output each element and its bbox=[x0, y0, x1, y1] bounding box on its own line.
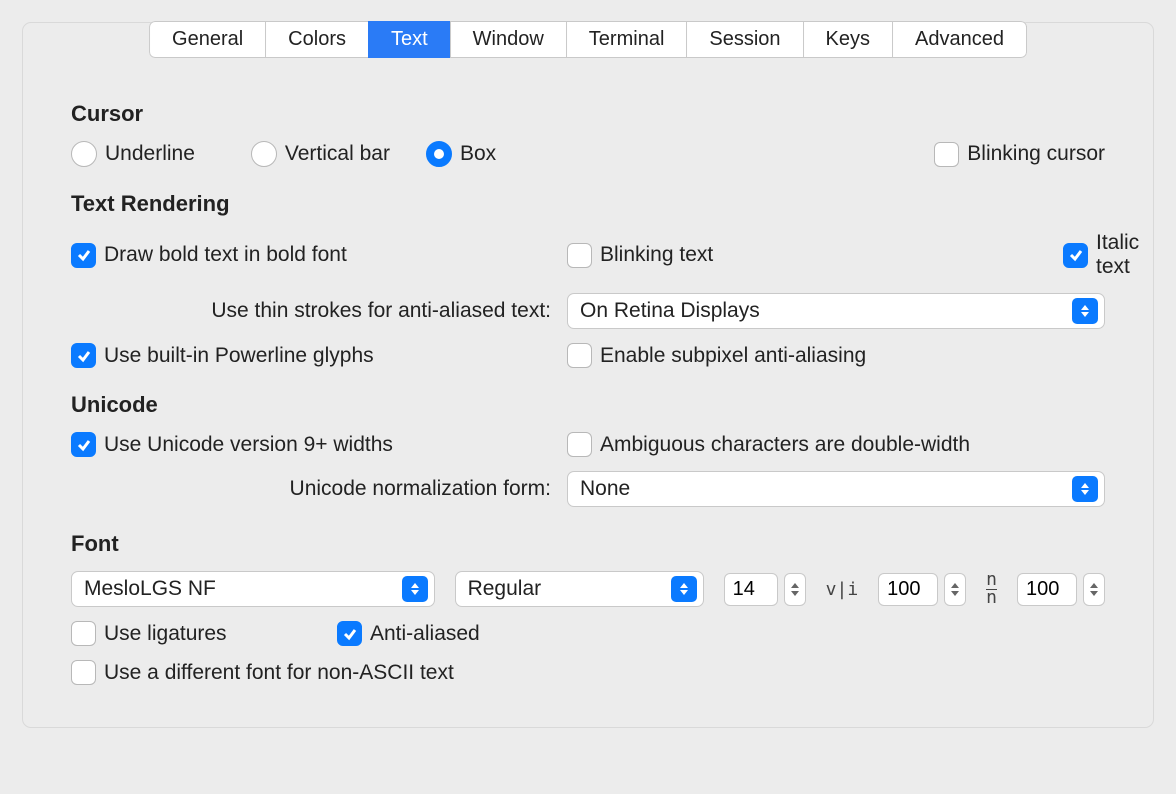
label-thin-strokes: Use thin strokes for anti-aliased text: bbox=[71, 299, 551, 323]
tab-keys[interactable]: Keys bbox=[803, 21, 892, 58]
select-font-weight-value: Regular bbox=[468, 577, 659, 601]
hspacing-icon: v|i bbox=[826, 579, 859, 600]
stepper-vspacing bbox=[1017, 573, 1105, 606]
updown-icon bbox=[402, 576, 428, 602]
stepper-hspacing bbox=[878, 573, 966, 606]
tab-colors[interactable]: Colors bbox=[265, 21, 368, 58]
tab-bar: General Colors Text Window Terminal Sess… bbox=[149, 21, 1027, 58]
preferences-panel: General Colors Text Window Terminal Sess… bbox=[22, 22, 1154, 728]
checkbox-italic-text[interactable] bbox=[1063, 243, 1088, 268]
select-thin-strokes-value: On Retina Displays bbox=[580, 299, 1060, 323]
select-font-family-value: MesloLGS NF bbox=[84, 577, 390, 601]
section-title-font: Font bbox=[71, 531, 1105, 557]
label-antialiased: Anti-aliased bbox=[370, 622, 480, 646]
label-unicode9: Use Unicode version 9+ widths bbox=[104, 433, 393, 457]
radio-cursor-box[interactable] bbox=[426, 141, 452, 167]
stepper-buttons[interactable] bbox=[944, 573, 966, 606]
label-powerline: Use built-in Powerline glyphs bbox=[104, 344, 374, 368]
radio-label-vbar: Vertical bar bbox=[285, 142, 390, 166]
input-hspacing[interactable] bbox=[878, 573, 938, 606]
radio-label-underline: Underline bbox=[105, 142, 195, 166]
radio-cursor-underline[interactable] bbox=[71, 141, 97, 167]
checkbox-blinking-text[interactable] bbox=[567, 243, 592, 268]
label-italic-text: Italic text bbox=[1096, 231, 1139, 279]
checkbox-nonascii-font[interactable] bbox=[71, 660, 96, 685]
label-subpixel: Enable subpixel anti-aliasing bbox=[600, 344, 866, 368]
checkbox-unicode9[interactable] bbox=[71, 432, 96, 457]
select-font-weight[interactable]: Regular bbox=[455, 571, 704, 607]
checkbox-antialiased[interactable] bbox=[337, 621, 362, 646]
updown-icon bbox=[1072, 476, 1098, 502]
input-vspacing[interactable] bbox=[1017, 573, 1077, 606]
stepper-buttons[interactable] bbox=[1083, 573, 1105, 606]
tab-terminal[interactable]: Terminal bbox=[566, 21, 687, 58]
section-title-unicode: Unicode bbox=[71, 392, 1105, 418]
checkbox-subpixel[interactable] bbox=[567, 343, 592, 368]
section-title-rendering: Text Rendering bbox=[71, 191, 1105, 217]
stepper-buttons[interactable] bbox=[784, 573, 806, 606]
radio-cursor-vbar[interactable] bbox=[251, 141, 277, 167]
tab-session[interactable]: Session bbox=[686, 21, 802, 58]
radio-label-box: Box bbox=[460, 142, 496, 166]
updown-icon bbox=[671, 576, 697, 602]
tab-general[interactable]: General bbox=[149, 21, 265, 58]
select-normalization-value: None bbox=[580, 477, 1060, 501]
select-normalization[interactable]: None bbox=[567, 471, 1105, 507]
checkbox-ambiguous[interactable] bbox=[567, 432, 592, 457]
checkbox-bold-font[interactable] bbox=[71, 243, 96, 268]
section-title-cursor: Cursor bbox=[71, 101, 1105, 127]
label-blinking-cursor: Blinking cursor bbox=[967, 142, 1105, 166]
label-blinking-text: Blinking text bbox=[600, 243, 713, 267]
label-ambiguous: Ambiguous characters are double-width bbox=[600, 433, 970, 457]
input-font-size[interactable] bbox=[724, 573, 778, 606]
label-bold-font: Draw bold text in bold font bbox=[104, 243, 347, 267]
label-nonascii-font: Use a different font for non-ASCII text bbox=[104, 661, 454, 685]
checkbox-ligatures[interactable] bbox=[71, 621, 96, 646]
vspacing-icon: nn bbox=[986, 572, 997, 605]
checkbox-blinking-cursor[interactable] bbox=[934, 142, 959, 167]
label-ligatures: Use ligatures bbox=[104, 622, 227, 646]
checkbox-powerline[interactable] bbox=[71, 343, 96, 368]
select-thin-strokes[interactable]: On Retina Displays bbox=[567, 293, 1105, 329]
updown-icon bbox=[1072, 298, 1098, 324]
tab-text[interactable]: Text bbox=[368, 21, 450, 58]
label-normalization: Unicode normalization form: bbox=[71, 477, 551, 501]
select-font-family[interactable]: MesloLGS NF bbox=[71, 571, 435, 607]
tab-window[interactable]: Window bbox=[450, 21, 566, 58]
tab-advanced[interactable]: Advanced bbox=[892, 21, 1027, 58]
stepper-font-size bbox=[724, 573, 806, 606]
